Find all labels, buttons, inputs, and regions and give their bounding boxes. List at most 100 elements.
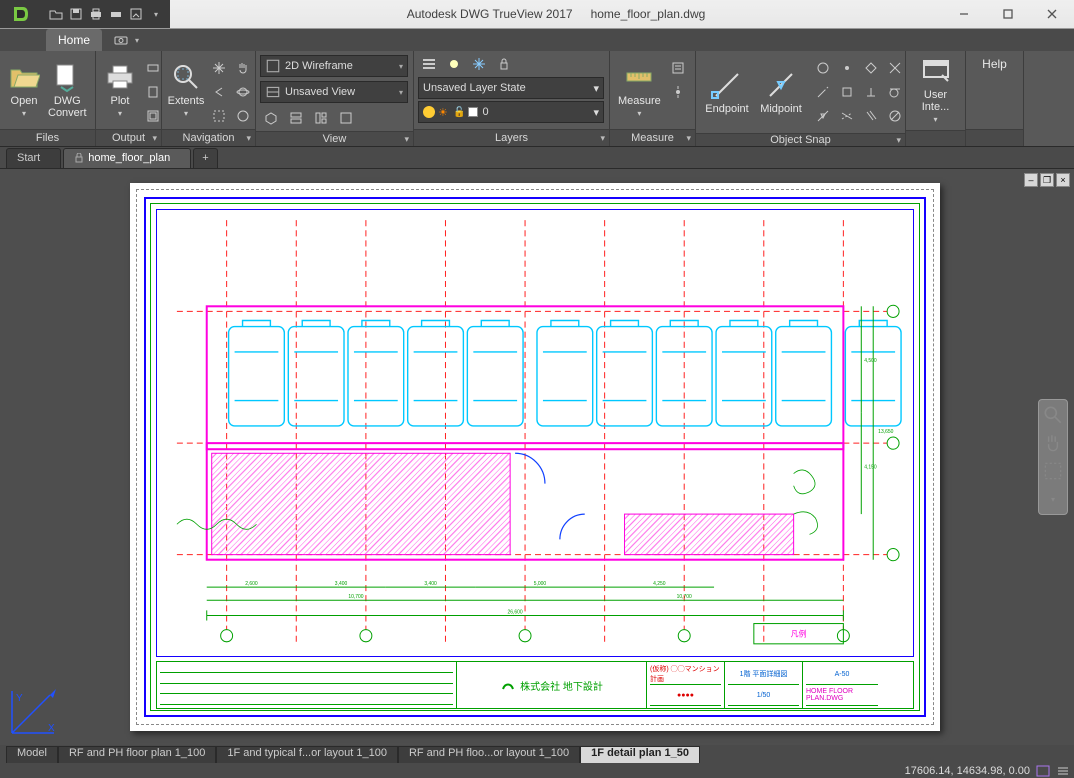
- view-manager-icon[interactable]: [285, 107, 307, 129]
- batch-plot-icon[interactable]: [142, 57, 164, 79]
- printer-icon: [104, 61, 136, 93]
- save-icon[interactable]: [68, 6, 84, 22]
- zoom-prev-icon[interactable]: [208, 81, 230, 103]
- plot-preview-icon[interactable]: [108, 6, 124, 22]
- measure-button[interactable]: Measure▾: [614, 53, 665, 127]
- zoom-full-icon[interactable]: [1042, 404, 1064, 426]
- panel-userint-label: [906, 130, 965, 146]
- tangent-icon[interactable]: [884, 81, 906, 103]
- svg-text:X: X: [48, 723, 55, 734]
- paper-space: 26,600 10,700 10,700 2,600 3,400 3,400 5…: [130, 183, 940, 731]
- zoom-window-icon[interactable]: [208, 105, 230, 127]
- nearest-icon[interactable]: [812, 105, 834, 127]
- pan-hand-icon[interactable]: [1042, 432, 1064, 454]
- hand-icon[interactable]: [232, 57, 254, 79]
- app-logo[interactable]: [0, 0, 42, 28]
- ucs-icon: Y X: [6, 683, 62, 739]
- panel-help: Help: [966, 51, 1024, 146]
- model-toggle-icon[interactable]: [1036, 765, 1050, 777]
- wireframe-icon: [265, 58, 281, 74]
- panel-layers-label: Layers▾: [414, 129, 609, 146]
- zoom-extents2-icon[interactable]: [1042, 460, 1064, 482]
- layout-tab-1[interactable]: RF and PH floor plan 1_100: [58, 746, 216, 763]
- panel-measure: Measure▾ Measure▾: [610, 51, 696, 146]
- orbit-icon[interactable]: [232, 81, 254, 103]
- svg-text:4,250: 4,250: [653, 581, 666, 587]
- vp-restore-icon[interactable]: ❐: [1040, 173, 1054, 187]
- pan-icon[interactable]: [208, 57, 230, 79]
- drawing-area[interactable]: – ❐ × ▾: [0, 169, 1074, 745]
- ui-icon: [920, 55, 952, 87]
- quad-icon[interactable]: [860, 57, 882, 79]
- panel-help-label: [966, 129, 1023, 146]
- open-icon[interactable]: [48, 6, 64, 22]
- doctab-add[interactable]: +: [193, 148, 217, 168]
- center-icon[interactable]: [812, 57, 834, 79]
- layer-prop-icon[interactable]: [418, 53, 440, 75]
- visual-style-dropdown[interactable]: 2D Wireframe▾: [260, 55, 408, 77]
- print-icon[interactable]: [88, 6, 104, 22]
- status-bar: 17606.14, 14634.98, 0.00: [0, 764, 1074, 778]
- layer-state-dropdown[interactable]: Unsaved Layer State▾: [418, 77, 604, 99]
- panel-measure-label: Measure▾: [610, 129, 695, 146]
- revision-table: [157, 662, 457, 708]
- perp-icon[interactable]: [860, 81, 882, 103]
- parallel-icon[interactable]: [860, 105, 882, 127]
- none-snap-icon[interactable]: [884, 105, 906, 127]
- sheet-cell: 1階 平面詳細図 1/50: [725, 662, 803, 708]
- minimize-button[interactable]: [942, 0, 986, 28]
- layout-viewport[interactable]: 26,600 10,700 10,700 2,600 3,400 3,400 5…: [156, 209, 914, 657]
- look-icon[interactable]: [232, 105, 254, 127]
- user-interface-button[interactable]: User Inte...▾: [910, 53, 961, 128]
- vp-close-icon[interactable]: ×: [1056, 173, 1070, 187]
- view-tools-row: [260, 107, 409, 129]
- layer-freeze-icon[interactable]: [468, 53, 490, 75]
- list-icon[interactable]: [667, 57, 689, 79]
- insert-icon[interactable]: [836, 81, 858, 103]
- folder-open-icon: [8, 61, 40, 93]
- vp-minimize-icon[interactable]: –: [1024, 173, 1038, 187]
- layout-tab-2[interactable]: 1F and typical f...or layout 1_100: [216, 746, 398, 763]
- named-view-dropdown[interactable]: Unsaved View▾: [260, 81, 408, 103]
- endpoint-button[interactable]: Endpoint: [700, 53, 754, 131]
- layout-tab-model[interactable]: Model: [6, 746, 58, 763]
- tab-plugins[interactable]: ▾: [102, 29, 151, 51]
- id-point-icon[interactable]: [667, 81, 689, 103]
- viewport-window-controls: – ❐ ×: [1024, 173, 1070, 187]
- plot-button[interactable]: Plot▾: [100, 53, 140, 127]
- doctab-file[interactable]: home_floor_plan: [63, 148, 191, 168]
- doc-name: home_floor_plan.dwg: [591, 7, 706, 21]
- dwg-convert-button[interactable]: DWG Convert: [44, 53, 91, 127]
- doctab-start[interactable]: Start: [6, 148, 61, 168]
- close-button[interactable]: [1030, 0, 1074, 28]
- layer-off-icon[interactable]: [443, 53, 465, 75]
- dwg-convert-label: DWG Convert: [48, 95, 87, 119]
- layer-current-dropdown[interactable]: ☀ 🔓 0▾: [418, 101, 604, 123]
- extents-button[interactable]: Extents▾: [166, 53, 206, 127]
- apparent-icon[interactable]: [836, 105, 858, 127]
- page-setup-icon[interactable]: [142, 105, 164, 127]
- viewport-config-icon[interactable]: [310, 107, 332, 129]
- extension-icon[interactable]: [812, 81, 834, 103]
- maximize-button[interactable]: [986, 0, 1030, 28]
- panel-layers: Unsaved Layer State▾ ☀ 🔓 0▾ Layers▾: [414, 51, 610, 146]
- open-button[interactable]: Open▾: [4, 53, 44, 127]
- qat-dropdown-icon[interactable]: ▾: [148, 6, 164, 22]
- node-icon[interactable]: [836, 57, 858, 79]
- lock-small-icon: 🔓: [453, 107, 465, 118]
- publish-icon[interactable]: [128, 6, 144, 22]
- tab-home[interactable]: Home: [46, 29, 102, 51]
- midpoint-button[interactable]: Midpoint: [754, 53, 808, 131]
- sun-icon: ☀: [438, 106, 450, 118]
- viewport-join-icon[interactable]: [335, 107, 357, 129]
- nav-more-icon[interactable]: ▾: [1042, 488, 1064, 510]
- layout-tab-3[interactable]: RF and PH floo...or layout 1_100: [398, 746, 580, 763]
- plot-preview-icon[interactable]: [142, 81, 164, 103]
- help-button[interactable]: Help: [982, 57, 1007, 71]
- view-cube-icon[interactable]: [260, 107, 282, 129]
- customize-icon[interactable]: [1056, 765, 1070, 777]
- svg-text:5,000: 5,000: [534, 581, 547, 587]
- intersect-icon[interactable]: [884, 57, 906, 79]
- layout-tab-4[interactable]: 1F detail plan 1_50: [580, 746, 700, 763]
- layer-lock-icon[interactable]: [493, 53, 515, 75]
